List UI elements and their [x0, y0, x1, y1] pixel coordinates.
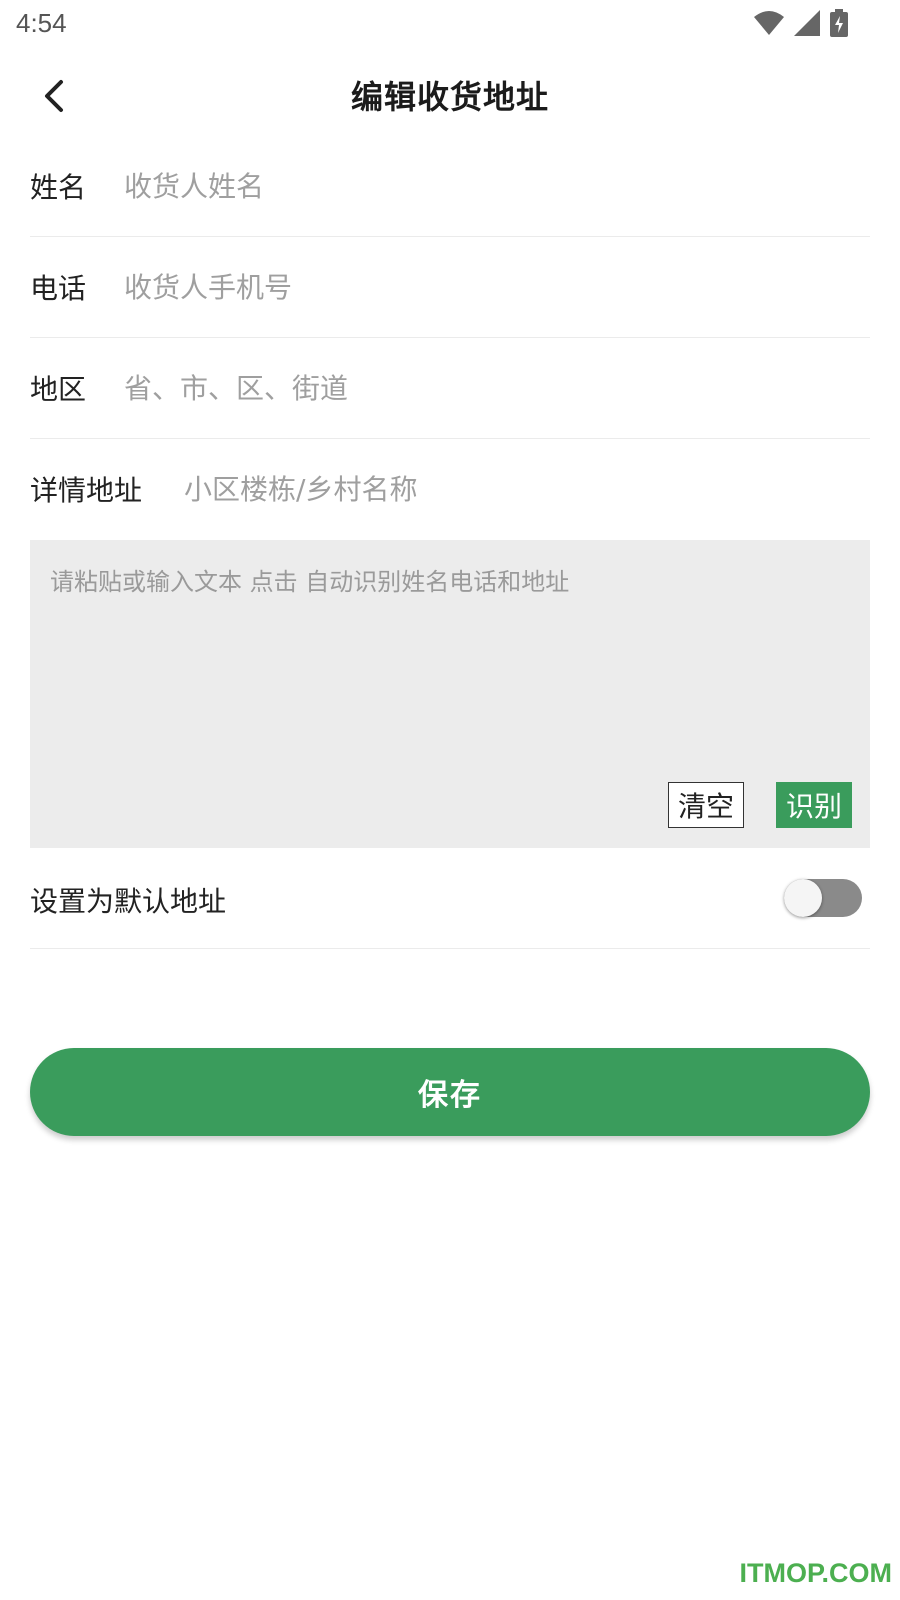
recognize-button[interactable]: 识别: [776, 782, 852, 828]
save-button[interactable]: 保存: [30, 1048, 870, 1136]
toggle-knob: [784, 879, 822, 917]
cell-signal-icon: [794, 10, 820, 36]
name-input[interactable]: [124, 169, 870, 203]
phone-label: 电话: [30, 272, 87, 305]
detail-input[interactable]: [184, 472, 870, 506]
detail-row: 详情地址: [30, 439, 870, 539]
region-label: 地区: [30, 373, 87, 406]
default-address-label: 设置为默认地址: [30, 885, 227, 918]
region-input[interactable]: [124, 371, 870, 405]
wifi-icon: [754, 11, 784, 35]
name-label: 姓名: [30, 171, 87, 204]
status-bar: 4:54: [0, 0, 900, 50]
paste-textarea[interactable]: [50, 562, 850, 762]
name-row: 姓名: [30, 136, 870, 237]
detail-label: 详情地址: [30, 474, 143, 507]
phone-input[interactable]: [124, 270, 870, 304]
clear-button[interactable]: 清空: [668, 782, 744, 828]
region-row[interactable]: 地区: [30, 338, 870, 439]
page-title: 编辑收货地址: [350, 78, 549, 116]
status-icons: [754, 9, 848, 37]
default-address-row: 设置为默认地址: [30, 848, 870, 949]
status-time: 4:54: [16, 8, 67, 38]
default-address-toggle[interactable]: [784, 879, 862, 917]
watermark: ITMOP.COM: [739, 1558, 892, 1588]
battery-charging-icon: [830, 9, 848, 37]
header: 编辑收货地址: [0, 60, 900, 130]
paste-box: 清空 识别: [30, 540, 870, 848]
phone-row: 电话: [30, 237, 870, 338]
